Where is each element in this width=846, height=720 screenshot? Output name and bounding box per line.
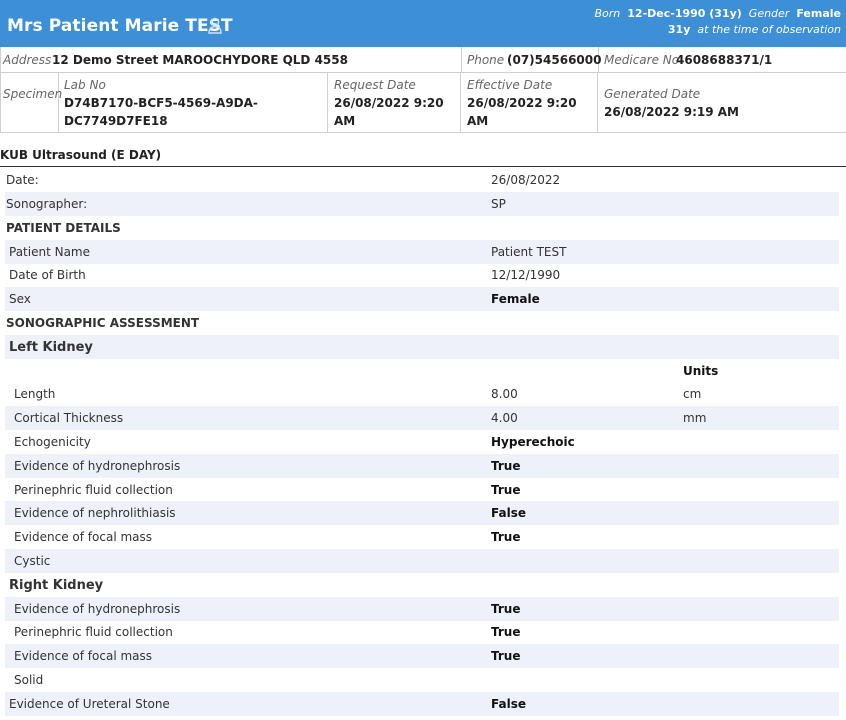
medicare-value: 4608688371/1 [676,53,773,67]
ureteral-stone-label: Evidence of Ureteral Stone [9,697,170,711]
generated-date-value: 26/08/2022 9:19 AM [604,105,739,119]
lab-no-value-line2: DC7749D7FE18 [64,114,168,128]
patient-name: Mrs Patient Marie TEST [7,16,233,36]
left-row-label: Cortical Thickness [14,411,124,425]
date-label: Date: [6,173,39,187]
lab-no-label: Lab No [64,78,106,92]
left-row: Echogenicity Hyperechoic [5,430,839,454]
effective-date-label: Effective Date [467,78,553,92]
effective-date-value-line1: 26/08/2022 9:20 [467,96,577,110]
right-row-value: True [491,649,521,663]
report-title: KUB Ultrasound (E DAY) [0,148,162,162]
left-kidney-heading-row: Left Kidney [5,335,839,359]
patient-details-heading-row: PATIENT DETAILS [5,216,839,240]
gender-value: Female [796,7,841,20]
left-row: Cystic [5,549,839,573]
dob-row: Date of Birth 12/12/1990 [5,263,839,287]
sex-label: Sex [9,292,31,306]
born-line: Born 12-Dec-1990 (31y) Gender Female [594,7,841,20]
sex-value: Female [491,292,540,306]
sono-heading-row: SONOGRAPHIC ASSESSMENT [5,311,839,335]
born-label: Born [594,7,621,20]
ureteral-stone-row: Evidence of Ureteral Stone False [5,692,839,716]
right-row-label: Evidence of hydronephrosis [14,602,181,616]
dob-value: 12/12/1990 [491,268,561,282]
right-row-label: Evidence of focal mass [14,649,153,663]
right-kidney-heading: Right Kidney [9,578,104,593]
request-date-label: Request Date [334,78,416,92]
born-value: 12-Dec-1990 (31y) [627,7,742,20]
address-value: 12 Demo Street MAROOCHYDORE QLD 4558 [52,53,348,67]
left-row-value: False [491,506,526,520]
right-row: Evidence of hydronephrosis True [5,597,839,621]
left-row-label: Evidence of hydronephrosis [14,459,181,473]
left-row-label: Evidence of nephrolithiasis [14,506,176,520]
sonographer-row: Sonographer: SP [5,192,839,216]
right-row-label: Perinephric fluid collection [14,625,173,639]
gender-label: Gender [748,7,790,20]
left-row: Cortical Thickness 4.00 mm [5,406,839,430]
right-kidney-heading-row: Right Kidney [5,573,839,597]
medicare-label: Medicare No [604,53,680,67]
left-row-value: Hyperechoic [491,435,575,449]
left-kidney-heading: Left Kidney [9,340,93,355]
specimen-label: Specimen [3,87,63,101]
left-row-label: Length [14,387,56,401]
sonographer-value: SP [491,197,506,211]
left-row-label: Perinephric fluid collection [14,483,173,497]
patient-name-row: Patient Name Patient TEST [5,240,839,264]
generated-date-label: Generated Date [604,87,701,101]
ureteral-stone-value: False [491,697,526,711]
dob-label: Date of Birth [9,268,86,282]
right-row-value: True [491,602,521,616]
units-header-row: Units [5,359,839,383]
left-row: Evidence of focal mass True [5,525,839,549]
sex-row: Sex Female [5,287,839,311]
units-header: Units [683,364,719,378]
sonographer-label: Sonographer: [6,197,88,211]
right-row: Evidence of focal mass True [5,644,839,668]
patient-details-heading: PATIENT DETAILS [6,221,121,235]
person-icon[interactable] [208,17,222,34]
age-line: 31y at the time of observation [668,23,841,36]
age-value: 31y [667,23,691,36]
age-note: at the time of observation [697,23,841,36]
patient-name-value: Patient TEST [491,245,567,259]
right-row: Solid [5,668,839,692]
left-row-value: True [491,483,521,497]
left-row: Length 8.00 cm [5,382,839,406]
report-title-bar: KUB Ultrasound (E DAY) [0,146,846,167]
left-row-unit: cm [683,387,702,401]
left-row-label: Echogenicity [14,435,91,449]
left-row-label: Evidence of focal mass [14,530,153,544]
left-row: Perinephric fluid collection True [5,478,839,502]
left-row-label: Cystic [14,554,51,568]
left-row: Evidence of nephrolithiasis False [5,501,839,525]
patient-header: Mrs Patient Marie TEST Born 12-Dec-1990 … [0,0,846,47]
left-row-value: True [491,459,521,473]
patient-name-label: Patient Name [9,245,90,259]
left-row-unit: mm [683,411,707,425]
date-row: Date: 26/08/2022 [5,168,839,192]
lab-no-value-line1: D74B7170-BCF5-4569-A9DA- [64,96,258,110]
left-row-value: 4.00 [491,411,518,425]
left-row: Evidence of hydronephrosis True [5,454,839,478]
phone-label: Phone [467,53,505,67]
request-date-value-line1: 26/08/2022 9:20 [334,96,444,110]
right-row-label: Solid [14,673,44,687]
sonographic-assessment-heading: SONOGRAPHIC ASSESSMENT [6,316,200,330]
request-date-value-line2: AM [334,114,356,128]
right-row: Perinephric fluid collection True [5,620,839,644]
effective-date-value-line2: AM [467,114,489,128]
right-row-value: True [491,625,521,639]
left-row-value: True [491,530,521,544]
address-label: Address [3,53,52,67]
left-row-value: 8.00 [491,387,518,401]
date-value: 26/08/2022 [491,173,561,187]
phone-value: (07)54566000 [507,53,602,67]
